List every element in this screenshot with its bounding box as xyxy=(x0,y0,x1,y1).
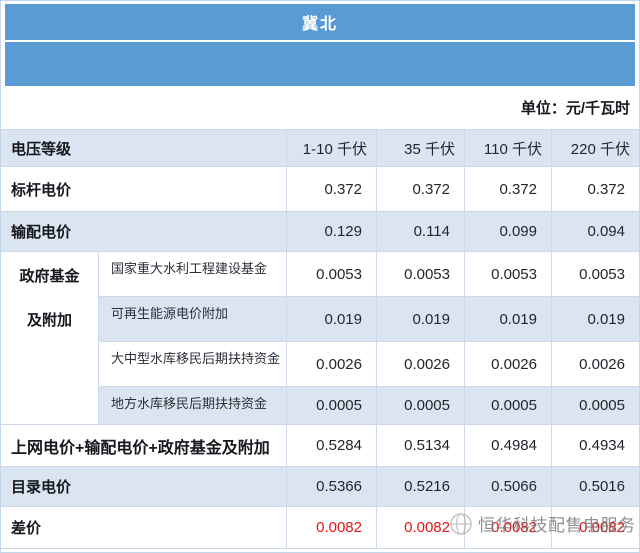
value-cell: 0.099 xyxy=(464,212,551,251)
value-cell: 0.0005 xyxy=(551,387,639,424)
gov-fund-subrows: 国家重大水利工程建设基金 0.0053 0.0053 0.0053 0.0053… xyxy=(98,252,639,425)
subrow-label: 可再生能源电价附加 xyxy=(98,297,286,341)
table-row-local-reservoir-fund: 地方水库移民后期扶持资金 0.0005 0.0005 0.0005 0.0005 xyxy=(98,387,639,425)
value-cell: 0.0053 xyxy=(464,252,551,296)
gov-fund-merged-label: 政府基金 及附加 xyxy=(1,252,98,425)
value-cell: 0.129 xyxy=(286,212,376,251)
gov-fund-label-line1: 政府基金 xyxy=(19,265,79,286)
table-row-transmission-price: 输配电价 0.129 0.114 0.099 0.094 xyxy=(1,212,639,252)
table-row-catalog-price: 目录电价 0.5366 0.5216 0.5066 0.5016 xyxy=(1,467,639,507)
region-title: 冀北 xyxy=(302,10,338,34)
col-header-110kv: 110 千伏 xyxy=(464,130,551,166)
value-cell: 0.094 xyxy=(551,212,639,251)
value-cell: 0.019 xyxy=(464,297,551,341)
value-cell: 0.0026 xyxy=(551,342,639,386)
value-cell-red: 0.0082 xyxy=(286,507,376,548)
col-header-1-10kv: 1-10 千伏 xyxy=(286,130,376,166)
value-cell: 0.114 xyxy=(376,212,464,251)
value-cell: 0.0005 xyxy=(286,387,376,424)
table-row-national-water-fund: 国家重大水利工程建设基金 0.0053 0.0053 0.0053 0.0053 xyxy=(98,252,639,297)
gov-fund-group: 政府基金 及附加 国家重大水利工程建设基金 0.0053 0.0053 0.00… xyxy=(1,252,639,425)
table-row-large-reservoir-fund: 大中型水库移民后期扶持资金 0.0026 0.0026 0.0026 0.002… xyxy=(98,342,639,387)
value-cell: 0.372 xyxy=(286,167,376,211)
value-cell: 0.372 xyxy=(464,167,551,211)
value-cell-red: 0.0082 xyxy=(376,507,464,548)
gov-fund-label-line2: 及附加 xyxy=(27,309,72,330)
value-cell: 0.0026 xyxy=(286,342,376,386)
value-cell: 0.5366 xyxy=(286,467,376,506)
value-cell: 0.0053 xyxy=(551,252,639,296)
value-cell: 0.5284 xyxy=(286,425,376,466)
col-header-220kv: 220 千伏 xyxy=(551,130,639,166)
unit-label: 单位：元/千瓦时 xyxy=(1,86,639,129)
value-cell: 0.0053 xyxy=(286,252,376,296)
value-cell: 0.0026 xyxy=(464,342,551,386)
value-cell: 0.0005 xyxy=(376,387,464,424)
value-cell: 0.0053 xyxy=(376,252,464,296)
table-row-benchmark-price: 标杆电价 0.372 0.372 0.372 0.372 xyxy=(1,167,639,212)
value-cell: 0.372 xyxy=(551,167,639,211)
value-cell: 0.5134 xyxy=(376,425,464,466)
col-header-35kv: 35 千伏 xyxy=(376,130,464,166)
value-cell: 0.019 xyxy=(286,297,376,341)
value-cell: 0.0005 xyxy=(464,387,551,424)
value-cell: 0.019 xyxy=(551,297,639,341)
subrow-label: 大中型水库移民后期扶持资金 xyxy=(98,342,286,386)
row-label: 标杆电价 xyxy=(1,167,286,211)
price-table: 电压等级 1-10 千伏 35 千伏 110 千伏 220 千伏 标杆电价 0.… xyxy=(1,129,639,549)
row-label: 上网电价+输配电价+政府基金及附加 xyxy=(1,425,286,466)
voltage-level-label: 电压等级 xyxy=(1,130,286,166)
price-table-page: 冀北 单位：元/千瓦时 电压等级 1-10 千伏 35 千伏 110 千伏 22… xyxy=(0,0,640,553)
value-cell-red: 0.0082 xyxy=(464,507,551,548)
region-header-band: 冀北 xyxy=(5,4,635,40)
table-row-voltage-header: 电压等级 1-10 千伏 35 千伏 110 千伏 220 千伏 xyxy=(1,130,639,167)
value-cell: 0.0026 xyxy=(376,342,464,386)
value-cell: 0.4984 xyxy=(464,425,551,466)
value-cell: 0.5066 xyxy=(464,467,551,506)
value-cell: 0.019 xyxy=(376,297,464,341)
value-cell-red: 0.0082 xyxy=(551,507,639,548)
value-cell: 0.372 xyxy=(376,167,464,211)
value-cell: 0.5216 xyxy=(376,467,464,506)
value-cell: 0.4934 xyxy=(551,425,639,466)
row-label: 输配电价 xyxy=(1,212,286,251)
table-row-renewable-surcharge: 可再生能源电价附加 0.019 0.019 0.019 0.019 xyxy=(98,297,639,342)
table-row-price-difference: 差价 0.0082 0.0082 0.0082 0.0082 xyxy=(1,507,639,549)
table-row-total-price: 上网电价+输配电价+政府基金及附加 0.5284 0.5134 0.4984 0… xyxy=(1,425,639,467)
row-label: 差价 xyxy=(1,507,286,548)
subrow-label: 国家重大水利工程建设基金 xyxy=(98,252,286,296)
subrow-label: 地方水库移民后期扶持资金 xyxy=(98,387,286,424)
row-label: 目录电价 xyxy=(1,467,286,506)
empty-header-band xyxy=(5,42,635,86)
value-cell: 0.5016 xyxy=(551,467,639,506)
